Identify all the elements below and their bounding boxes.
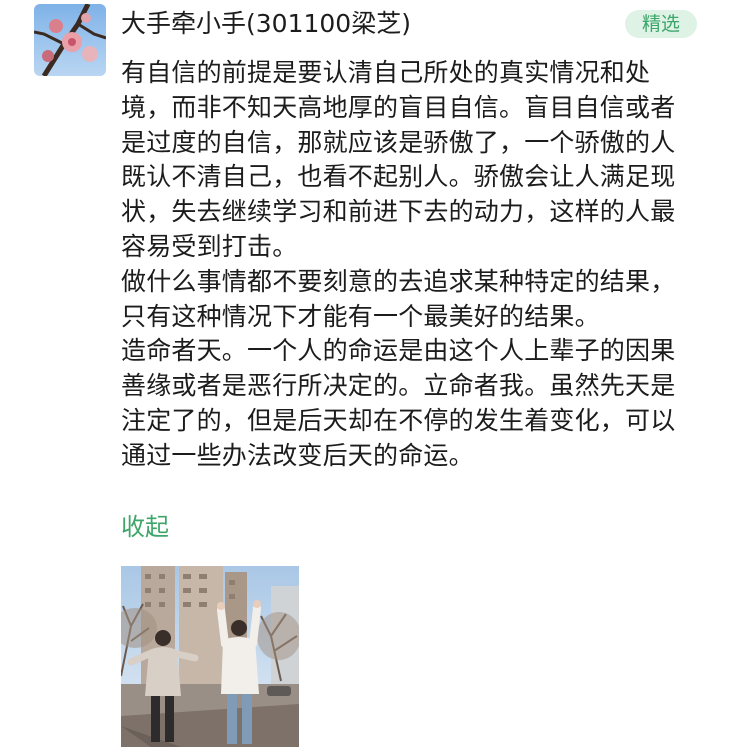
avatar-image (34, 4, 106, 76)
post-body: 有自信的前提是要认清自己所处的真实情况和处境，而非不知天高地厚的盲目自信。盲目自… (121, 56, 691, 474)
post-paragraph-2: 做什么事情都不要刻意的去追求某种特定的结果，只有这种情况下才能有一个最美好的结果… (121, 266, 676, 331)
author-name[interactable]: 大手牵小手(301100梁芝) (121, 6, 411, 42)
post-photo-image (121, 566, 299, 747)
post-photo[interactable] (121, 566, 299, 747)
collapse-button[interactable]: 收起 (121, 510, 169, 544)
post-paragraph-3: 造命者天。一个人的命运是由这个人上辈子的因果善缘或者是恶行所决定的。立命者我。虽… (121, 336, 676, 470)
avatar[interactable] (34, 4, 106, 76)
post-paragraph-1: 有自信的前提是要认清自己所处的真实情况和处境，而非不知天高地厚的盲目自信。盲目自… (121, 58, 676, 261)
featured-badge: 精选 (625, 10, 697, 38)
